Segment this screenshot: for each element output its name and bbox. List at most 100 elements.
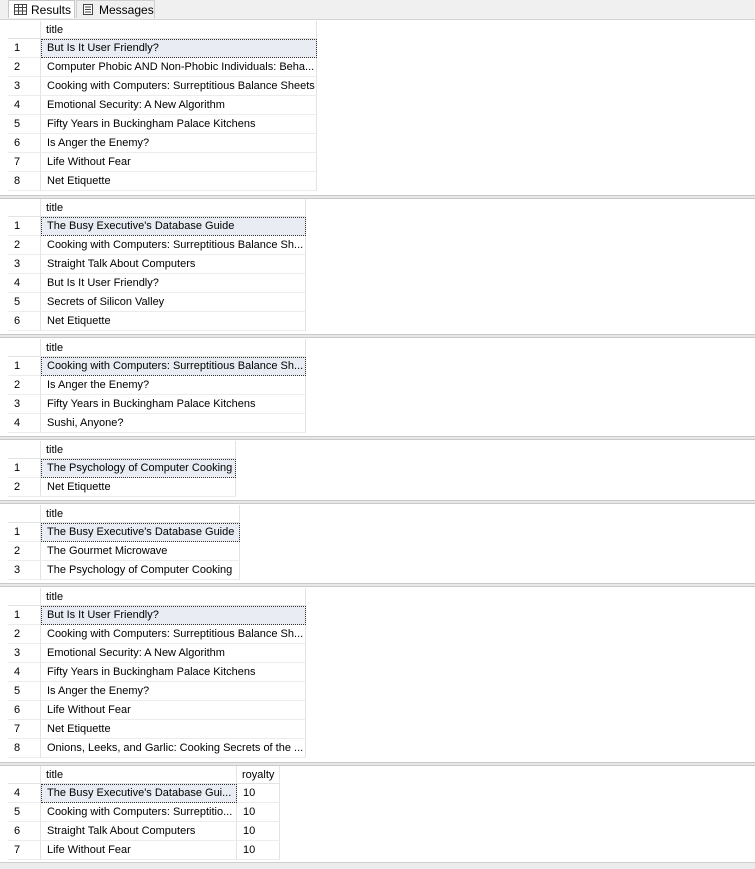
column-header-title[interactable]: title [41, 766, 237, 784]
cell-title[interactable]: The Busy Executive's Database Gui... [41, 784, 237, 803]
result-grid[interactable]: title 1 But Is It User Friendly? 2 Cooking w… [8, 588, 306, 758]
cell-title[interactable]: But Is It User Friendly? [41, 274, 306, 293]
row-number[interactable]: 3 [8, 77, 41, 96]
row-number[interactable]: 1 [8, 357, 41, 376]
cell-title[interactable]: The Busy Executive's Database Guide [41, 217, 306, 236]
row-number[interactable]: 2 [8, 478, 41, 497]
cell-title[interactable]: Cooking with Computers: Surreptitious Ba… [41, 236, 306, 255]
cell-title[interactable]: Sushi, Anyone? [41, 414, 306, 433]
result-grid[interactable]: title 1 The Busy Executive's Database Guid… [8, 199, 306, 331]
cell-title[interactable]: Secrets of Silicon Valley [41, 293, 306, 312]
row-number[interactable]: 6 [8, 822, 41, 841]
cell-title[interactable]: Fifty Years in Buckingham Palace Kitchen… [41, 115, 317, 134]
row-number[interactable]: 4 [8, 414, 41, 433]
row-number[interactable]: 6 [8, 134, 41, 153]
row-number[interactable]: 7 [8, 153, 41, 172]
row-number[interactable]: 8 [8, 172, 41, 191]
cell-royalty[interactable]: 10 [237, 822, 280, 841]
row-number[interactable]: 4 [8, 96, 41, 115]
cell-royalty[interactable]: 10 [237, 784, 280, 803]
cell-title[interactable]: Onions, Leeks, and Garlic: Cooking Secre… [41, 739, 306, 758]
result-grid[interactable]: title 1 But Is It User Friendly? 2 Computer … [8, 21, 317, 191]
row-number[interactable]: 1 [8, 459, 41, 478]
cell-title[interactable]: But Is It User Friendly? [41, 606, 306, 625]
cell-title[interactable]: Is Anger the Enemy? [41, 376, 306, 395]
row-number[interactable]: 2 [8, 376, 41, 395]
grid-splitter[interactable] [0, 436, 755, 440]
row-number[interactable]: 7 [8, 720, 41, 739]
row-number[interactable]: 4 [8, 784, 41, 803]
cell-title[interactable]: Cooking with Computers: Surreptitious Ba… [41, 357, 306, 376]
cell-title[interactable]: Fifty Years in Buckingham Palace Kitchen… [41, 395, 306, 414]
cell-title[interactable]: Computer Phobic AND Non-Phobic Individua… [41, 58, 317, 77]
grid-corner-cell[interactable] [8, 588, 41, 606]
grid-splitter[interactable] [0, 583, 755, 587]
row-number[interactable]: 6 [8, 701, 41, 720]
cell-title[interactable]: Net Etiquette [41, 312, 306, 331]
cell-title[interactable]: Cooking with Computers: Surreptitious Ba… [41, 625, 306, 644]
cell-title[interactable]: Net Etiquette [41, 172, 317, 191]
grid-corner-cell[interactable] [8, 766, 41, 784]
row-number[interactable]: 4 [8, 274, 41, 293]
tab-results[interactable]: Results [8, 0, 75, 18]
column-header-title[interactable]: title [41, 441, 236, 459]
cell-title[interactable]: Emotional Security: A New Algorithm [41, 96, 317, 115]
row-number[interactable]: 5 [8, 803, 41, 822]
grid-corner-cell[interactable] [8, 441, 41, 459]
row-number[interactable]: 3 [8, 644, 41, 663]
cell-title[interactable]: Is Anger the Enemy? [41, 682, 306, 701]
row-number[interactable]: 5 [8, 293, 41, 312]
row-number[interactable]: 1 [8, 217, 41, 236]
cell-title[interactable]: Cooking with Computers: Surreptitious Ba… [41, 77, 317, 96]
cell-title[interactable]: Life Without Fear [41, 701, 306, 720]
cell-title[interactable]: The Psychology of Computer Cooking [41, 561, 240, 580]
grid-corner-cell[interactable] [8, 199, 41, 217]
cell-title[interactable]: Is Anger the Enemy? [41, 134, 317, 153]
column-header-title[interactable]: title [41, 21, 317, 39]
cell-royalty[interactable]: 10 [237, 803, 280, 822]
row-number[interactable]: 2 [8, 542, 41, 561]
grid-corner-cell[interactable] [8, 21, 41, 39]
row-number[interactable]: 1 [8, 606, 41, 625]
column-header-title[interactable]: title [41, 588, 306, 606]
result-grid[interactable]: title 1 The Psychology of Computer Cooking… [8, 441, 236, 497]
cell-royalty[interactable]: 10 [237, 841, 280, 860]
cell-title[interactable]: Life Without Fear [41, 153, 317, 172]
row-number[interactable]: 2 [8, 236, 41, 255]
cell-title[interactable]: Net Etiquette [41, 478, 236, 497]
cell-title[interactable]: Straight Talk About Computers [41, 255, 306, 274]
grid-splitter[interactable] [0, 500, 755, 504]
column-header-title[interactable]: title [41, 505, 240, 523]
result-grid[interactable]: title royalty 4 The Busy Executive's Databa… [8, 766, 280, 860]
grid-corner-cell[interactable] [8, 339, 41, 357]
row-number[interactable]: 4 [8, 663, 41, 682]
row-number[interactable]: 1 [8, 523, 41, 542]
cell-title[interactable]: Life Without Fear [41, 841, 237, 860]
row-number[interactable]: 8 [8, 739, 41, 758]
grid-splitter[interactable] [0, 334, 755, 338]
row-number[interactable]: 6 [8, 312, 41, 331]
row-number[interactable]: 5 [8, 115, 41, 134]
row-number[interactable]: 3 [8, 395, 41, 414]
column-header-royalty[interactable]: royalty [237, 766, 280, 784]
row-number[interactable]: 7 [8, 841, 41, 860]
cell-title[interactable]: Fifty Years in Buckingham Palace Kitchen… [41, 663, 306, 682]
cell-title[interactable]: But Is It User Friendly? [41, 39, 317, 58]
cell-title[interactable]: Net Etiquette [41, 720, 306, 739]
column-header-title[interactable]: title [41, 339, 306, 357]
row-number[interactable]: 2 [8, 58, 41, 77]
result-grid[interactable]: title 1 The Busy Executive's Database Guid… [8, 505, 240, 580]
cell-title[interactable]: The Gourmet Microwave [41, 542, 240, 561]
row-number[interactable]: 3 [8, 255, 41, 274]
cell-title[interactable]: Straight Talk About Computers [41, 822, 237, 841]
row-number[interactable]: 5 [8, 682, 41, 701]
row-number[interactable]: 1 [8, 39, 41, 58]
row-number[interactable]: 2 [8, 625, 41, 644]
column-header-title[interactable]: title [41, 199, 306, 217]
cell-title[interactable]: Emotional Security: A New Algorithm [41, 644, 306, 663]
cell-title[interactable]: Cooking with Computers: Surreptitio... [41, 803, 237, 822]
row-number[interactable]: 3 [8, 561, 41, 580]
grid-corner-cell[interactable] [8, 505, 41, 523]
cell-title[interactable]: The Psychology of Computer Cooking [41, 459, 236, 478]
tab-messages[interactable]: Messages [76, 0, 155, 18]
